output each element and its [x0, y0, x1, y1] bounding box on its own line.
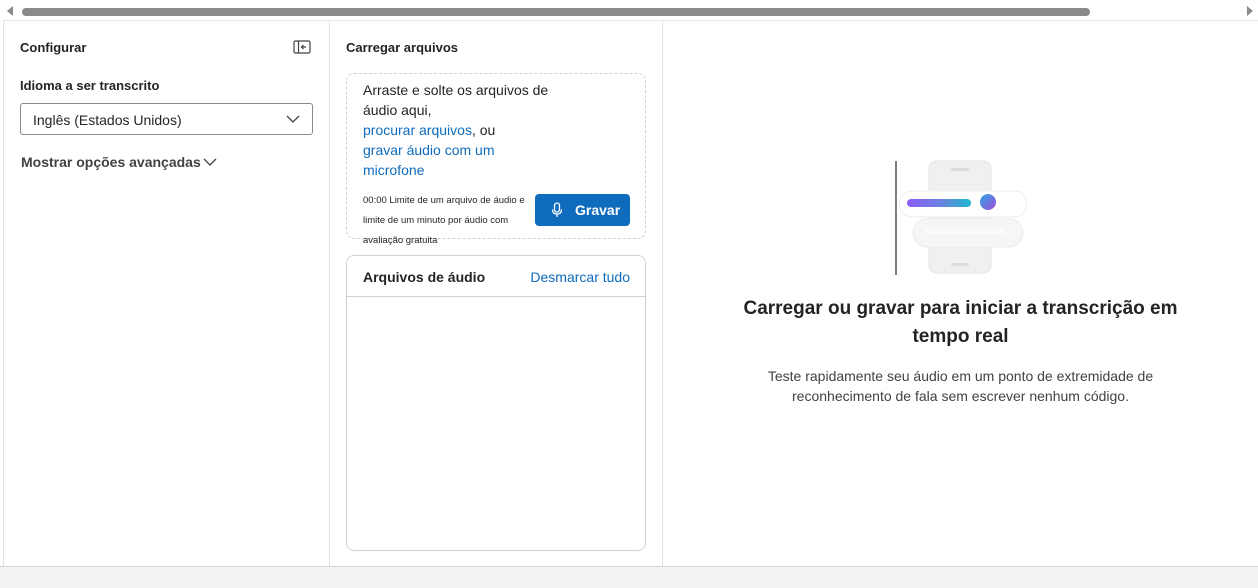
dropzone-instructions: Arraste e solte os arquivos de áudio aqu… — [363, 80, 553, 180]
chevron-down-icon — [203, 158, 217, 166]
browse-files-link[interactable]: procurar arquivos — [363, 122, 472, 138]
or-text: , ou — [471, 122, 496, 138]
file-dropzone[interactable]: Arraste e solte os arquivos de áudio aqu… — [346, 73, 646, 246]
record-button[interactable]: Gravar — [535, 194, 630, 226]
empty-state-description: Teste rapidamente seu áudio em um ponto … — [767, 368, 1154, 404]
language-label: Idioma a ser transcrito — [20, 78, 160, 93]
deselect-all-link[interactable]: Desmarcar tudo — [530, 269, 630, 285]
scrollbar-thumb[interactable] — [22, 8, 1090, 16]
record-button-label: Gravar — [575, 202, 621, 218]
config-title: Configurar — [20, 40, 87, 55]
audio-files-panel: Arquivos de áudio Desmarcar tudo — [346, 255, 646, 551]
record-audio-link[interactable]: gravar áudio com um microfone — [363, 142, 495, 178]
language-selected-value: Inglês (Estados Unidos) — [33, 112, 182, 128]
upload-pane: Carregar arquivos Arraste e solte os arq… — [330, 21, 662, 566]
scroll-left-arrow-icon[interactable] — [7, 6, 13, 16]
config-pane: Configurar Idioma a ser transcrito Inglê… — [4, 21, 329, 566]
microphone-icon — [551, 202, 563, 217]
scroll-right-arrow-icon[interactable] — [1247, 6, 1253, 16]
limit-note: 00:00 Limite de um arquivo de áudio e li… — [363, 191, 541, 251]
limit-note-line1: 00:00 Limite de um arquivo de áudio e — [363, 195, 525, 206]
language-dropdown[interactable]: Inglês (Estados Unidos) — [20, 103, 313, 135]
chevron-down-icon — [286, 115, 300, 123]
upload-title: Carregar arquivos — [346, 40, 458, 55]
limit-note-line3: avaliação gratuita — [363, 235, 438, 246]
speech-illustration — [895, 160, 1027, 275]
collapse-panel-icon[interactable] — [293, 40, 311, 55]
empty-state-heading: Carregar ou gravar para iniciar a transc… — [743, 298, 1178, 347]
audio-files-title: Arquivos de áudio — [363, 269, 486, 285]
results-pane: Carregar ou gravar para iniciar a transc… — [663, 21, 1258, 566]
advanced-options-toggle[interactable]: Mostrar opções avançadas — [21, 154, 217, 174]
bottom-bar — [0, 566, 1258, 588]
drop-text: Arraste e solte os arquivos de áudio aqu… — [363, 82, 549, 118]
limit-note-line2: limite de um minuto por áudio com — [363, 215, 509, 226]
audio-files-header: Arquivos de áudio Desmarcar tudo — [347, 256, 645, 297]
horizontal-scrollbar[interactable] — [0, 0, 1258, 22]
advanced-options-label: Mostrar opções avançadas — [21, 154, 201, 170]
